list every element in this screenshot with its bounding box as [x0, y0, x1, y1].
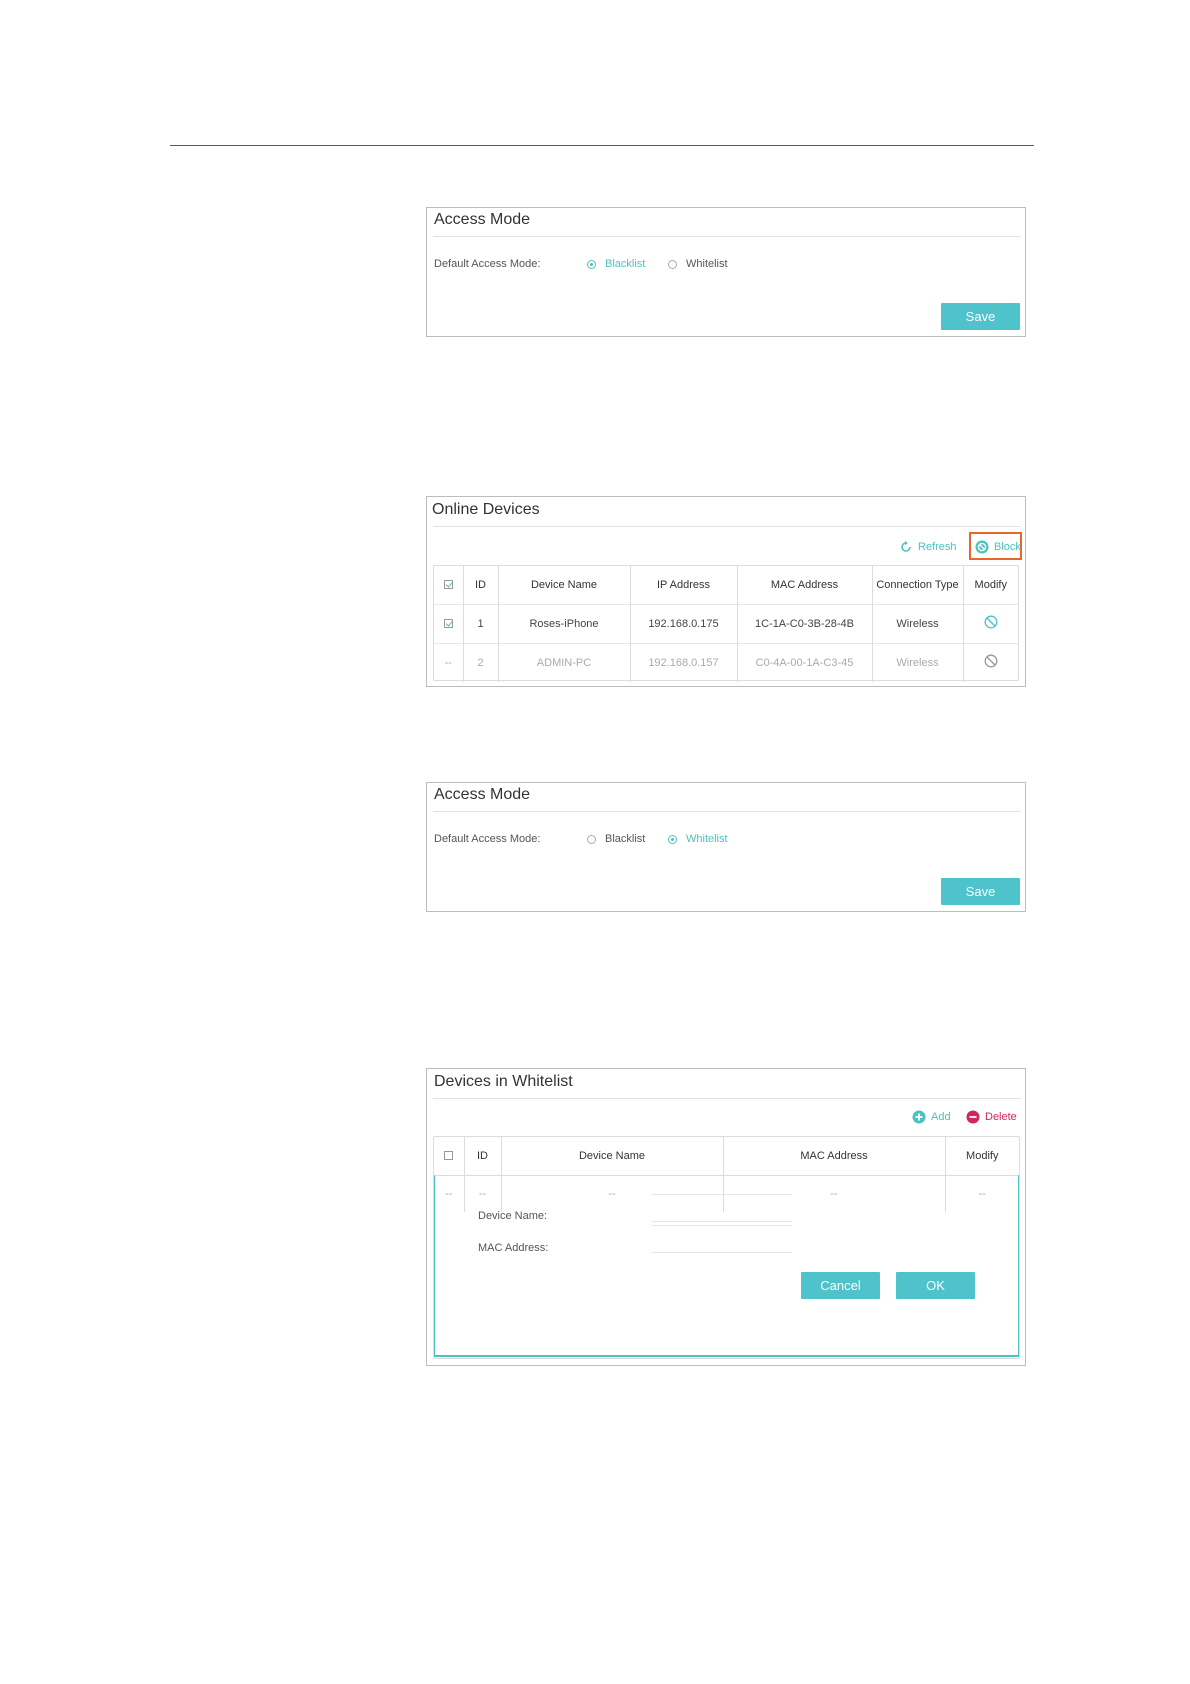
header-rule [170, 145, 1034, 146]
cell-mac: 1C-1A-C0-3B-28-4B [737, 603, 873, 643]
cell-ip: 192.168.0.157 [630, 642, 738, 682]
default-access-mode-label: Default Access Mode: [434, 833, 541, 845]
modify-cell [963, 642, 1018, 682]
column-header: Modify [966, 1149, 999, 1162]
delete-label: Delete [985, 1111, 1017, 1123]
cell-id: 2 [463, 642, 499, 682]
whitelist-radio[interactable]: Whitelist [668, 833, 728, 845]
block-button[interactable]: Block [975, 540, 1021, 554]
whitelist-radio-label: Whitelist [686, 258, 728, 270]
modify-cell [963, 603, 1018, 643]
ok-button[interactable]: OK [896, 1272, 975, 1299]
panel-title: Devices in Whitelist [434, 1073, 573, 1090]
radio-selected-icon [587, 259, 596, 269]
online-devices-table: ID Device Name IP Address MAC Address Co… [434, 566, 1018, 682]
select-all-cell[interactable] [434, 566, 464, 604]
save-button[interactable]: Save [941, 303, 1020, 330]
save-button[interactable]: Save [941, 878, 1020, 905]
add-device-form: Device Name: MAC Address: Cancel OK [434, 1175, 1019, 1357]
column-header: MAC Address [723, 1137, 946, 1175]
title-divider [433, 1098, 1021, 1099]
whitelist-devices-panel: Devices in Whitelist Add Delete ID Devic… [426, 1068, 1026, 1366]
add-button[interactable]: Add [912, 1110, 951, 1124]
row-select-cell[interactable] [434, 603, 464, 643]
cell-id: 1 [463, 603, 499, 643]
title-divider [433, 811, 1021, 812]
checkbox-checked-icon[interactable] [443, 619, 453, 629]
radio-selected-icon [668, 834, 677, 844]
radio-unselected-icon [668, 259, 677, 269]
column-header: ID [464, 1137, 502, 1175]
cell-device-name: Roses-iPhone [498, 603, 631, 643]
refresh-label: Refresh [918, 541, 957, 553]
delete-icon [966, 1110, 980, 1124]
title-divider [433, 236, 1021, 237]
checkbox-checked-icon[interactable] [443, 580, 453, 590]
refresh-button[interactable]: Refresh [899, 540, 957, 554]
refresh-icon [901, 540, 911, 552]
device-name-label: Device Name: [478, 1210, 548, 1222]
cell-connection-type: Wireless [872, 642, 964, 682]
block-device-icon[interactable] [984, 615, 998, 629]
blacklist-radio[interactable]: Blacklist [587, 258, 645, 270]
select-all-cell[interactable] [434, 1137, 465, 1175]
whitelist-radio-label: Whitelist [686, 833, 728, 845]
access-mode-panel-whitelist: Access Mode Default Access Mode: Blackli… [426, 782, 1026, 912]
cell-device-name: ADMIN-PC [498, 642, 631, 682]
add-icon [912, 1110, 926, 1124]
access-mode-panel-blacklist: Access Mode Default Access Mode: Blackli… [426, 207, 1026, 337]
cell-mac: C0-4A-00-1A-C3-45 [737, 642, 873, 682]
panel-title: Access Mode [434, 211, 531, 228]
block-icon [975, 540, 989, 554]
cell-ip: 192.168.0.175 [630, 603, 738, 643]
table-header: ID Device Name MAC Address Modify [434, 1137, 1019, 1175]
checkbox-unchecked-icon[interactable] [444, 1151, 454, 1161]
default-access-mode-label: Default Access Mode: [434, 258, 541, 270]
table-header: ID Device Name IP Address MAC Address Co… [434, 566, 1018, 604]
delete-button[interactable]: Delete [966, 1110, 1017, 1124]
title-divider [433, 526, 1021, 527]
column-header: Device Name [501, 1137, 724, 1175]
blacklist-radio[interactable]: Blacklist [587, 833, 645, 845]
panel-title: Online Devices [432, 501, 540, 518]
add-label: Add [931, 1111, 951, 1123]
block-device-icon [984, 654, 998, 668]
row-select-cell: -- [434, 642, 464, 682]
device-name-input[interactable] [652, 1194, 792, 1222]
blacklist-radio-label: Blacklist [605, 833, 646, 845]
column-header: MAC Address [737, 566, 873, 604]
cell-connection-type: Wireless [872, 603, 964, 643]
mac-address-label: MAC Address: [478, 1242, 549, 1254]
radio-unselected-icon [587, 834, 596, 844]
panel-title: Access Mode [434, 786, 531, 803]
column-header: Connection Type [872, 566, 964, 604]
block-label: Block [994, 541, 1021, 553]
cancel-button[interactable]: Cancel [801, 1272, 880, 1299]
table-row: 1 Roses-iPhone 192.168.0.175 1C-1A-C0-3B… [434, 603, 1018, 643]
column-header: Device Name [498, 566, 631, 604]
whitelist-radio[interactable]: Whitelist [668, 258, 728, 270]
column-header: IP Address [630, 566, 738, 604]
column-header: ID [463, 566, 499, 604]
online-devices-panel: Online Devices Refresh Block ID Device N… [426, 496, 1026, 687]
mac-address-input[interactable] [652, 1225, 792, 1253]
table-row: -- 2 ADMIN-PC 192.168.0.157 C0-4A-00-1A-… [434, 642, 1018, 682]
blacklist-radio-label: Blacklist [605, 258, 646, 270]
column-header: Modify [974, 578, 1007, 591]
